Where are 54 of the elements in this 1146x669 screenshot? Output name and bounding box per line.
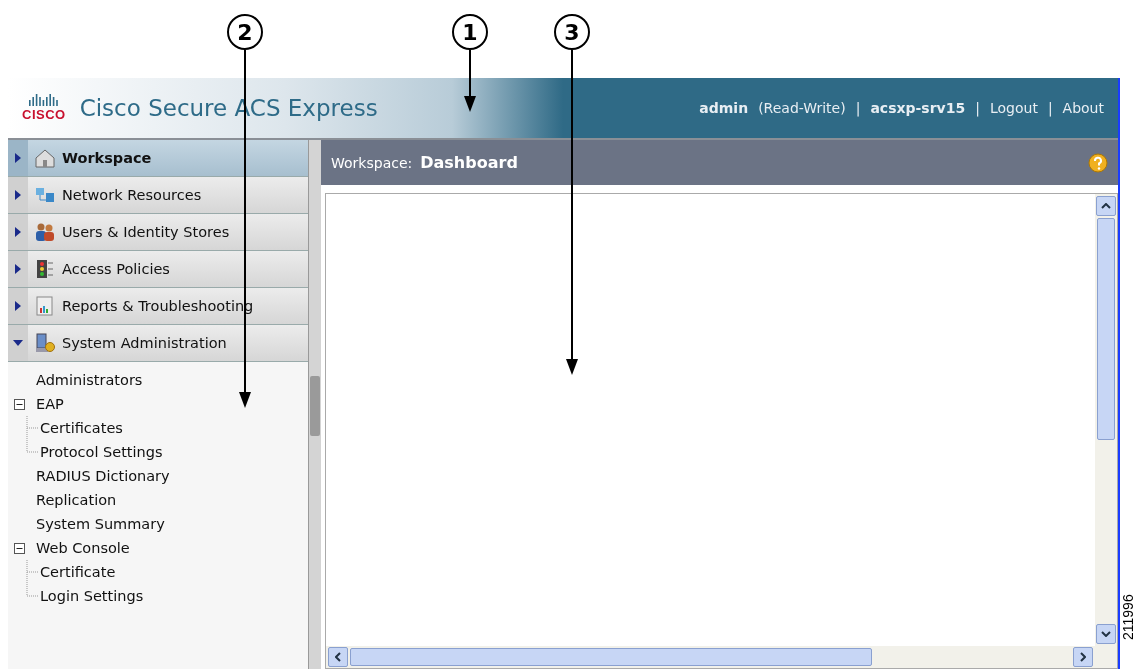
separator-text: | bbox=[1047, 100, 1053, 116]
nav-drawer[interactable]: Workspace bbox=[8, 140, 308, 177]
network-icon bbox=[34, 185, 56, 205]
logo-bars-icon bbox=[28, 94, 59, 106]
callout-number: 3 bbox=[554, 14, 590, 50]
help-icon[interactable] bbox=[1088, 152, 1108, 173]
scroll-left-icon[interactable] bbox=[335, 652, 341, 662]
callout-number: 2 bbox=[227, 14, 263, 50]
separator-text: | bbox=[975, 100, 980, 116]
header-link[interactable]: Logout bbox=[989, 100, 1038, 116]
separator-text: | bbox=[855, 100, 861, 116]
collapse-icon[interactable] bbox=[14, 398, 25, 410]
scrollbar-corner bbox=[1095, 646, 1117, 668]
logo-text: CISCO bbox=[22, 107, 66, 122]
nav-drawer[interactable]: Network Resources bbox=[8, 177, 308, 214]
nav-drawer[interactable]: System Administration bbox=[8, 325, 308, 362]
collapse-icon[interactable] bbox=[14, 542, 25, 554]
nav-drawer[interactable]: Users & Identity Stores bbox=[8, 214, 308, 251]
tree-item[interactable]: Certificates bbox=[40, 420, 123, 436]
workspace-title: Dashboard bbox=[420, 153, 518, 172]
nav-drawer[interactable]: Access Policies bbox=[8, 251, 308, 288]
horizontal-scrollbar[interactable] bbox=[326, 646, 1095, 668]
workspace-prefix: Workspace: bbox=[331, 154, 413, 171]
user-name: admin bbox=[699, 100, 749, 116]
callout-arrow bbox=[462, 50, 478, 112]
user-role: (Read-Write) bbox=[758, 100, 846, 116]
tree-item[interactable]: Login Settings bbox=[40, 588, 144, 604]
caret-right-icon[interactable] bbox=[15, 301, 21, 311]
caret-right-icon[interactable] bbox=[15, 190, 21, 200]
people-icon bbox=[34, 222, 56, 242]
callout-number: 1 bbox=[452, 14, 488, 50]
house-icon bbox=[34, 148, 56, 168]
computer-gear-icon bbox=[34, 332, 56, 354]
caret-right-icon[interactable] bbox=[15, 227, 21, 237]
caret-right-icon[interactable] bbox=[15, 153, 21, 163]
traffic-light-icon bbox=[34, 259, 56, 279]
tree-item[interactable]: System Summary bbox=[36, 516, 165, 532]
caret-right-icon[interactable] bbox=[15, 264, 21, 274]
caret-down-icon[interactable] bbox=[13, 340, 23, 346]
tree-item[interactable]: Certificate bbox=[40, 564, 116, 580]
scroll-down-icon[interactable] bbox=[1101, 631, 1111, 637]
vertical-scrollbar[interactable] bbox=[1095, 194, 1117, 646]
scroll-up-icon[interactable] bbox=[1101, 203, 1111, 209]
tree-item[interactable]: RADIUS Dictionary bbox=[36, 468, 170, 484]
tree-item[interactable]: Replication bbox=[36, 492, 117, 508]
header-link[interactable]: About bbox=[1062, 100, 1104, 116]
tree-item[interactable]: EAP bbox=[36, 396, 64, 412]
figure-number: 211996 bbox=[1120, 594, 1136, 640]
tree-item[interactable]: Administrators bbox=[36, 372, 143, 388]
server-name: acsxp-srv15 bbox=[870, 100, 966, 116]
tree-item[interactable]: Web Console bbox=[36, 540, 130, 556]
scroll-right-icon[interactable] bbox=[1080, 652, 1086, 662]
report-icon bbox=[34, 296, 56, 316]
tree-item[interactable]: Protocol Settings bbox=[40, 444, 163, 460]
